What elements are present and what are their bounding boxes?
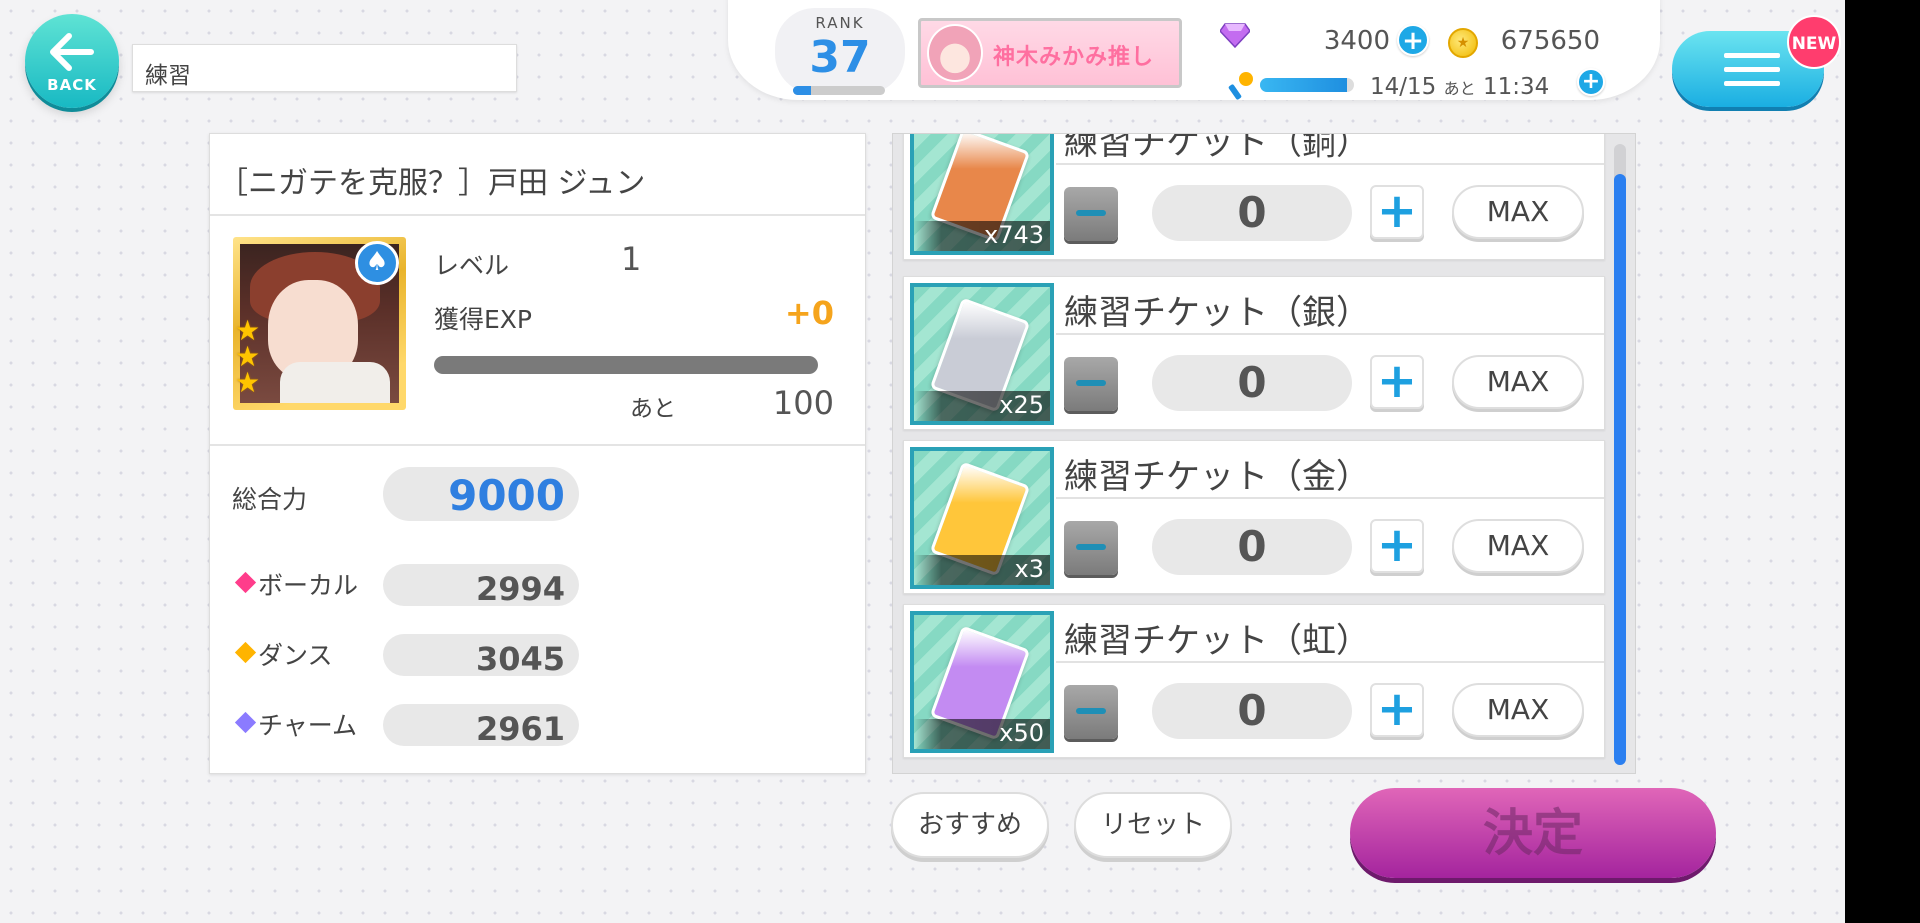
exp-bar [434,356,818,374]
scrollbar-thumb[interactable] [1614,174,1626,765]
quantity-field[interactable]: 0 [1152,355,1352,411]
charm-diamond-icon [234,711,257,734]
vocal-value: 2994 [475,570,565,608]
oshi-text: 神木みかみ推し [993,45,1155,70]
increase-button[interactable]: + [1370,355,1424,409]
recommend-button[interactable]: おすすめ [891,792,1049,858]
coin-count: 675650 [1500,26,1600,56]
silver-ticket-icon: x25 [910,283,1054,425]
rank-label: RANK [815,14,865,32]
ticket-count: x50 [999,719,1044,747]
minus-icon [1076,210,1106,216]
hamburger-icon [1724,53,1780,87]
gold-ticket-icon: x3 [910,447,1054,589]
ticket-count: x25 [999,391,1044,419]
decrease-button[interactable] [1064,685,1118,739]
oshi-banner[interactable]: 神木みかみ推し [918,18,1182,88]
minus-icon [1076,544,1106,550]
dance-pill: 3045 [383,634,579,678]
total-power-value: 9000 [448,471,565,520]
charm-value: 2961 [475,710,565,748]
arrow-left-icon [50,33,94,71]
decrease-button[interactable] [1064,357,1118,411]
increase-button[interactable]: + [1370,519,1424,573]
character-panel: ［ニガテを克服？］戸田 ジュン ♠ ★ ★ ★ レベル 1 獲得EXP +0 あ… [209,133,866,774]
charm-label: チャーム [258,711,358,740]
increase-button[interactable]: + [1370,683,1424,737]
scrollbar[interactable] [1614,144,1626,765]
divider [210,214,865,216]
max-button[interactable]: MAX [1452,355,1584,409]
vocal-pill: 2994 [383,564,579,608]
minus-icon [1076,380,1106,386]
ticket-name: 練習チケット（銀） [1064,293,1370,333]
screen-edge [1845,0,1920,923]
coin-icon: ★ [1448,28,1478,58]
bronze-ticket-icon: x743 [910,134,1054,255]
stamina-text: 14/15 あと 11:34 [1370,74,1549,100]
screen-title: 練習 [132,44,517,92]
stamina-bar [1260,78,1354,92]
dance-diamond-icon [234,641,257,664]
max-button[interactable]: MAX [1452,683,1584,737]
rank-value: 37 [809,32,871,83]
remaining-label: あと [630,396,676,422]
star-icon: ★ [235,366,261,399]
decrease-button[interactable] [1064,187,1118,241]
add-stamina-button[interactable]: + [1577,68,1605,96]
quantity-field[interactable]: 0 [1152,185,1352,241]
stamina-value: 14/15 [1370,74,1437,100]
microphone-icon [1228,72,1253,100]
ticket-row: x743 練習チケット（銅） 0 + MAX [903,133,1605,260]
back-button[interactable]: BACK [25,14,119,108]
total-power-label: 総合力 [232,485,308,514]
ticket-row: x3 練習チケット（金） 0 + MAX [903,440,1605,594]
confirm-button[interactable]: 決定 [1350,788,1716,878]
increase-button[interactable]: + [1370,185,1424,239]
vocal-label: ボーカル [258,571,359,600]
spade-icon: ♠ [355,241,399,285]
max-button[interactable]: MAX [1452,519,1584,573]
dance-label: ダンス [258,641,333,670]
ticket-row: x50 練習チケット（虹） 0 + MAX [903,604,1605,758]
stamina-time-prefix: あと [1443,79,1476,98]
currency-area: 3400 + ★ 675650 14/15 あと 11:34 + [1190,12,1620,102]
ticket-list[interactable]: x743 練習チケット（銅） 0 + MAX x25 練習チケット（銀） 0 +… [892,133,1636,774]
total-power-pill: 9000 [383,467,579,521]
exp-label: 獲得EXP [434,305,532,334]
ticket-count: x743 [983,221,1044,249]
quantity-field[interactable]: 0 [1152,683,1352,739]
reset-button[interactable]: リセット [1074,792,1232,858]
gem-count: 3400 [1323,26,1390,56]
ticket-name: 練習チケット（銅） [1064,133,1370,163]
ticket-count: x3 [1014,555,1044,583]
rank-box: RANK 37 [775,8,905,95]
rank-progress-bar [793,86,885,95]
vocal-diamond-icon [234,571,257,594]
divider [210,444,865,446]
max-button[interactable]: MAX [1452,185,1584,239]
level-value: 1 [621,240,642,278]
ticket-row: x25 練習チケット（銀） 0 + MAX [903,276,1605,430]
charm-pill: 2961 [383,704,579,748]
ticket-name: 練習チケット（金） [1064,457,1370,497]
back-label: BACK [47,76,97,94]
quantity-field[interactable]: 0 [1152,519,1352,575]
rainbow-ticket-icon: x50 [910,611,1054,753]
add-gem-button[interactable]: + [1397,24,1429,56]
new-badge: NEW [1787,15,1841,69]
gem-icon [1220,23,1250,48]
ticket-name: 練習チケット（虹） [1064,621,1370,661]
exp-gain: +0 [784,294,834,332]
card-title: ［ニガテを克服？］戸田 ジュン [218,166,646,201]
oshi-avatar [927,24,983,82]
remaining-value: 100 [772,384,834,422]
level-label: レベル [434,251,510,280]
decrease-button[interactable] [1064,521,1118,575]
dance-value: 3045 [475,640,565,678]
card-portrait[interactable]: ♠ ★ ★ ★ [233,237,406,410]
stamina-time: 11:34 [1482,74,1550,100]
minus-icon [1076,708,1106,714]
